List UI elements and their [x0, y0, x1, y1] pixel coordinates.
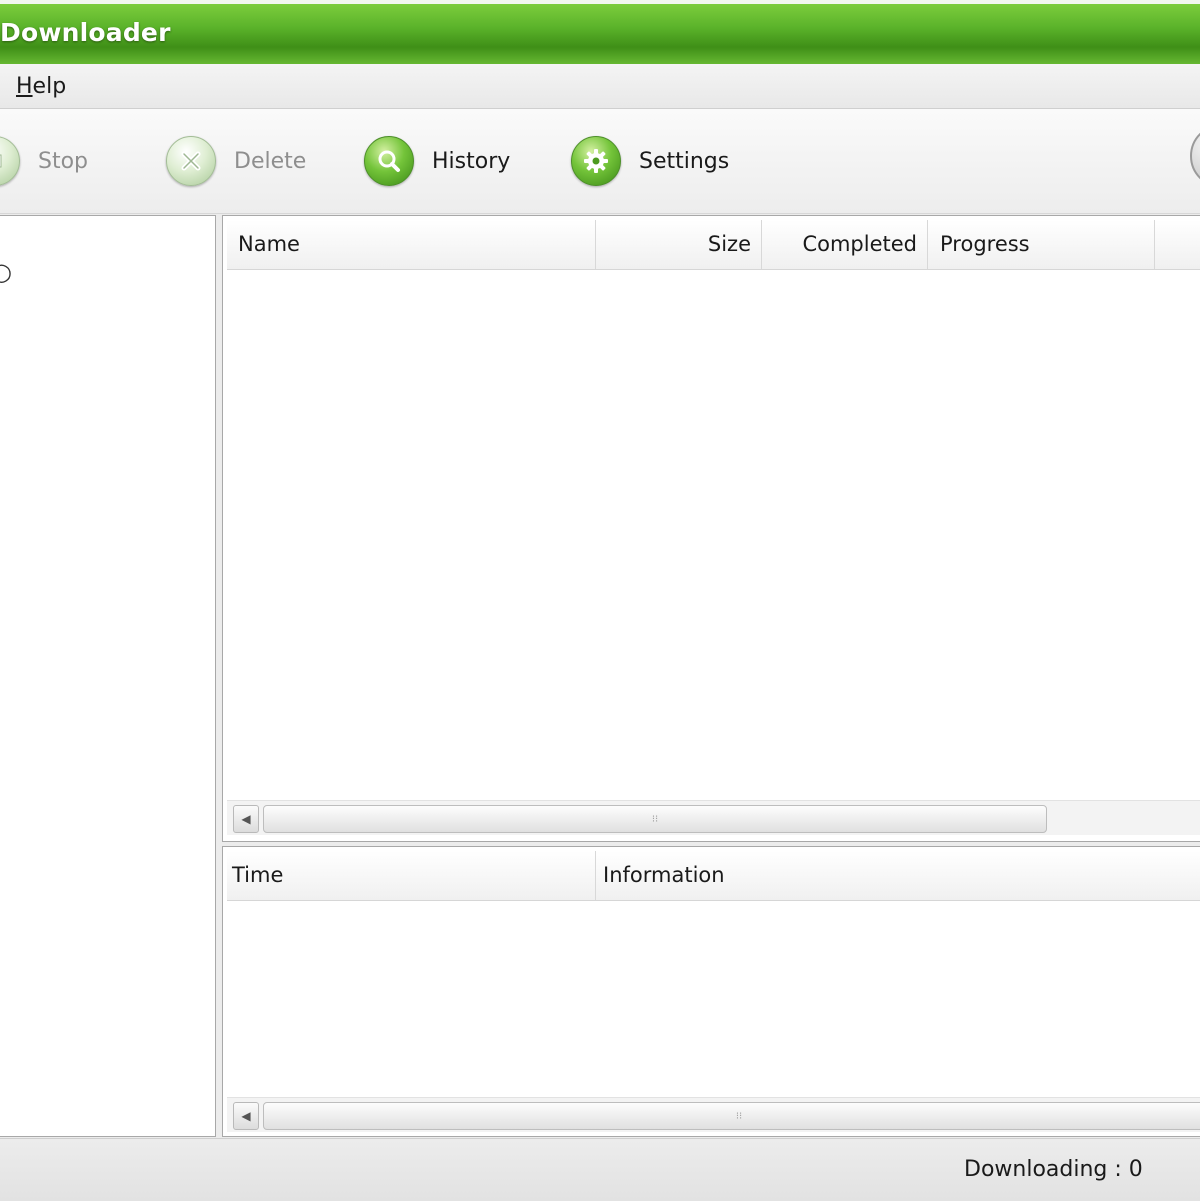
downloads-list[interactable]: Name Size Completed Progress ◀ ⁝⁝	[222, 215, 1200, 842]
category-pane[interactable]: ○	[0, 215, 216, 1137]
history-magnifier-icon	[364, 136, 414, 186]
settings-label: Settings	[639, 148, 730, 174]
log-panel[interactable]: Time Information ◀ ⁝⁝	[222, 846, 1200, 1137]
stop-icon	[0, 136, 20, 186]
downloads-header: Name Size Completed Progress	[227, 220, 1200, 270]
category-node-icon: ○	[0, 258, 12, 286]
downloading-count: Downloading : 0	[964, 1157, 1143, 1182]
stop-label: Stop	[38, 148, 89, 174]
column-information[interactable]: Information	[596, 851, 1196, 900]
scroll-left-arrow-icon[interactable]: ◀	[233, 1102, 259, 1130]
scrollbar-thumb[interactable]: ⁝⁝	[263, 1102, 1200, 1130]
delete-label: Delete	[234, 148, 307, 174]
history-button[interactable]: History	[364, 135, 510, 187]
settings-button[interactable]: Settings	[571, 135, 729, 187]
history-label: History	[432, 148, 511, 174]
column-completed[interactable]: Completed	[762, 220, 928, 269]
stop-button[interactable]: Stop	[0, 135, 88, 187]
menu-bar: Help	[0, 64, 1200, 109]
menu-help-hotkey: H	[16, 74, 33, 99]
window-title: Downloader	[0, 18, 171, 47]
column-progress[interactable]: Progress	[928, 220, 1155, 269]
scrollbar-thumb[interactable]: ⁝⁝	[263, 805, 1047, 833]
log-horizontal-scrollbar[interactable]: ◀ ⁝⁝	[227, 1097, 1200, 1132]
downloads-horizontal-scrollbar[interactable]: ◀ ⁝⁝	[227, 800, 1200, 835]
title-bar[interactable]: Downloader	[0, 0, 1200, 64]
menu-help[interactable]: Help	[16, 74, 66, 99]
status-bar: Downloading : 0	[0, 1138, 1200, 1201]
delete-button[interactable]: Delete	[166, 135, 306, 187]
toolbar: Stop Delete History Settings	[0, 109, 1200, 214]
column-time[interactable]: Time	[227, 851, 596, 900]
delete-icon	[166, 136, 216, 186]
scroll-left-arrow-icon[interactable]: ◀	[233, 805, 259, 833]
column-name[interactable]: Name	[227, 220, 596, 269]
log-header: Time Information	[227, 851, 1200, 901]
column-size[interactable]: Size	[596, 220, 762, 269]
settings-gear-icon	[571, 136, 621, 186]
menu-help-label: elp	[32, 74, 67, 99]
